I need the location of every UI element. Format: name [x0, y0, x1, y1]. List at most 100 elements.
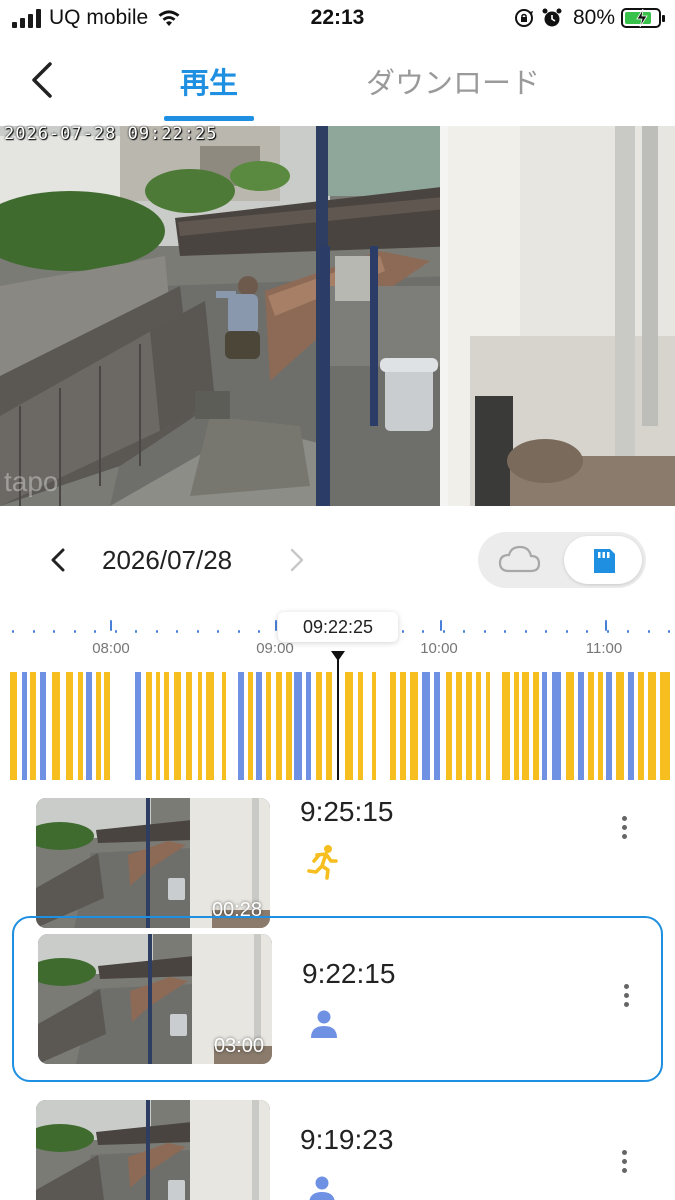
next-day-button[interactable]	[282, 542, 312, 578]
date-selector: 2026/07/28	[0, 520, 675, 600]
video-player[interactable]	[0, 126, 675, 506]
clip-thumbnail[interactable]	[36, 1100, 270, 1200]
cloud-icon[interactable]	[492, 540, 548, 580]
timeline-tick	[647, 630, 650, 633]
clip-item[interactable]: 9:19:23	[12, 1084, 663, 1200]
timeline-tick	[237, 630, 240, 633]
motion-event-bar[interactable]	[266, 672, 271, 780]
timeline-hour-tick	[110, 620, 112, 631]
motion-event-bar[interactable]	[598, 672, 603, 780]
person-event-bar[interactable]	[542, 672, 547, 780]
clip-thumbnail[interactable]: 03:00	[38, 934, 272, 1064]
hour-label: 08:00	[92, 640, 130, 657]
person-event-bar[interactable]	[22, 672, 27, 780]
person-event-bar[interactable]	[294, 672, 302, 780]
motion-event-bar[interactable]	[638, 672, 644, 780]
timeline-cursor[interactable]	[337, 652, 339, 780]
clip-list[interactable]: 00:28 9:25:15 03:00 9:22:15 9:19:23	[0, 790, 675, 1200]
sd-card-icon	[594, 549, 615, 573]
motion-event-bar[interactable]	[566, 672, 574, 780]
motion-event-bar[interactable]	[10, 672, 17, 780]
person-event-bar[interactable]	[422, 672, 430, 780]
orientation-lock-icon	[514, 9, 533, 27]
person-event-bar[interactable]	[628, 672, 634, 780]
motion-event-bar[interactable]	[400, 672, 406, 780]
clip-duration: 03:00	[213, 1035, 264, 1057]
motion-event-bar[interactable]	[174, 672, 181, 780]
motion-event-bar[interactable]	[345, 672, 353, 780]
status-right: 80%	[513, 6, 665, 30]
person-event-bar[interactable]	[606, 672, 612, 780]
battery-percent: 80%	[572, 6, 615, 29]
sd-card-option[interactable]	[564, 536, 642, 584]
running-person-icon	[307, 845, 338, 880]
motion-event-bar[interactable]	[164, 672, 169, 780]
timeline-tick	[114, 630, 117, 633]
clip-time: 9:22:15	[302, 958, 396, 989]
person-event-bar[interactable]	[86, 672, 92, 780]
motion-event-bar[interactable]	[286, 672, 292, 780]
timeline-tick	[504, 630, 506, 633]
timeline-hour-tick	[275, 620, 277, 631]
person-event-bar[interactable]	[256, 672, 262, 780]
motion-event-bar[interactable]	[533, 672, 539, 780]
motion-event-bar[interactable]	[146, 672, 152, 780]
clip-thumbnail[interactable]: 00:28	[36, 798, 270, 928]
motion-event-bar[interactable]	[222, 672, 226, 780]
motion-event-bar[interactable]	[326, 672, 332, 780]
clip-item[interactable]: 00:28 9:25:15	[12, 790, 663, 928]
person-event-bar[interactable]	[40, 672, 46, 780]
clip-item-selected[interactable]: 03:00 9:22:15	[12, 916, 663, 1082]
motion-event-bar[interactable]	[186, 672, 192, 780]
motion-event-bar[interactable]	[52, 672, 60, 780]
person-event-bar[interactable]	[306, 672, 311, 780]
timeline-hour-tick	[440, 620, 442, 631]
selected-date[interactable]: 2026/07/28	[102, 545, 232, 576]
tab-playback[interactable]: 再生	[164, 60, 254, 102]
timeline-tick	[442, 630, 445, 633]
more-options-button[interactable]	[612, 1146, 636, 1186]
motion-event-bar[interactable]	[206, 672, 214, 780]
motion-event-bar[interactable]	[390, 672, 396, 780]
motion-event-bar[interactable]	[372, 672, 376, 780]
person-event-bar[interactable]	[578, 672, 584, 780]
timeline-tick	[463, 630, 465, 633]
motion-event-bar[interactable]	[410, 672, 418, 780]
motion-event-bar[interactable]	[502, 672, 510, 780]
motion-event-bar[interactable]	[78, 672, 83, 780]
motion-event-bar[interactable]	[276, 672, 282, 780]
motion-event-bar[interactable]	[456, 672, 462, 780]
clip-time: 9:25:15	[300, 796, 394, 827]
back-button[interactable]	[24, 58, 64, 102]
person-event-bar[interactable]	[238, 672, 244, 780]
motion-event-bar[interactable]	[66, 672, 73, 780]
motion-event-bar[interactable]	[522, 672, 529, 780]
motion-event-bar[interactable]	[104, 672, 110, 780]
person-event-bar[interactable]	[135, 672, 141, 780]
motion-event-bar[interactable]	[660, 672, 670, 780]
motion-event-bar[interactable]	[316, 672, 322, 780]
more-options-button[interactable]	[614, 980, 638, 1020]
person-event-bar[interactable]	[552, 672, 561, 780]
previous-day-button[interactable]	[42, 542, 76, 578]
motion-event-bar[interactable]	[588, 672, 594, 780]
motion-event-bar[interactable]	[446, 672, 452, 780]
tab-download[interactable]: ダウンロード	[366, 60, 540, 102]
motion-event-bar[interactable]	[248, 672, 253, 780]
timeline-tick	[258, 630, 260, 633]
motion-event-bar[interactable]	[486, 672, 490, 780]
motion-event-bar[interactable]	[358, 672, 363, 780]
playback-screen: UQ mobile 22:13 80% 再生 ダウンロード 2026-07-28…	[0, 0, 675, 1200]
motion-event-bar[interactable]	[198, 672, 202, 780]
motion-event-bar[interactable]	[616, 672, 624, 780]
person-event-bar[interactable]	[434, 672, 440, 780]
motion-event-bar[interactable]	[30, 672, 36, 780]
motion-event-bar[interactable]	[476, 672, 481, 780]
motion-event-bar[interactable]	[96, 672, 101, 780]
motion-event-bar[interactable]	[648, 672, 656, 780]
person-icon	[311, 1010, 337, 1038]
motion-event-bar[interactable]	[514, 672, 519, 780]
more-options-button[interactable]	[612, 812, 636, 852]
motion-event-bar[interactable]	[466, 672, 472, 780]
motion-event-bar[interactable]	[156, 672, 160, 780]
